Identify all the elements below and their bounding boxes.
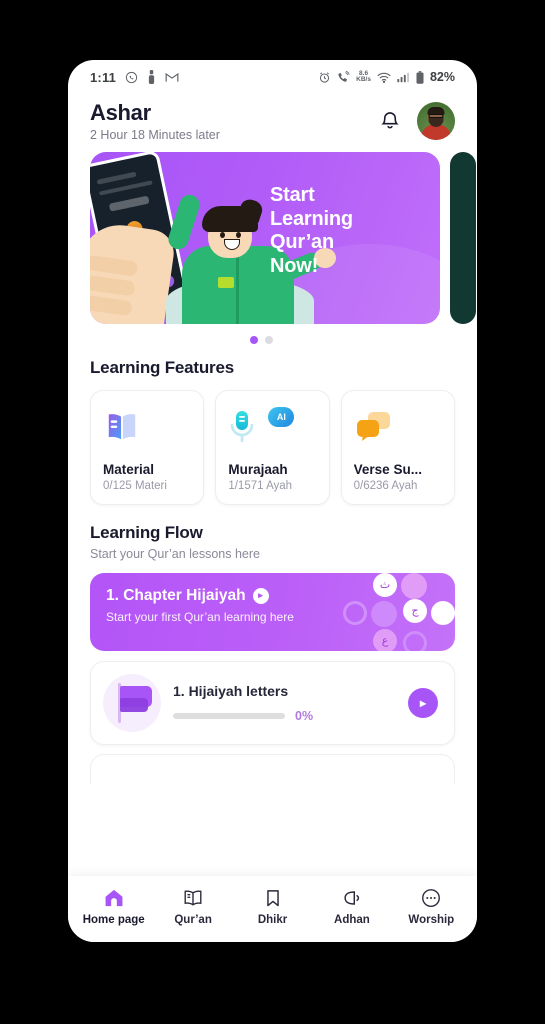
avatar[interactable] xyxy=(417,101,455,140)
call-icon xyxy=(337,70,350,84)
promo-banner-next-peek[interactable] xyxy=(450,151,476,324)
nav-item-worship[interactable]: Worship xyxy=(392,887,471,926)
banner-hand-illustration xyxy=(90,220,177,324)
time-remaining-label: 2 Hour 18 Minutes later xyxy=(90,127,220,142)
feature-name: Material xyxy=(103,461,155,477)
gmail-icon xyxy=(165,72,179,83)
nav-item-dhikr[interactable]: Dhikr xyxy=(233,887,312,926)
banner-title-line4: Now! xyxy=(270,254,319,277)
chat-bubbles-icon xyxy=(354,410,394,444)
signal-icon xyxy=(397,72,410,83)
arabic-letter: ج xyxy=(403,598,427,623)
status-time: 1:11 xyxy=(90,69,117,85)
microphone-icon xyxy=(228,409,256,445)
network-speed: 8.6 KB/s xyxy=(356,69,371,83)
ai-badge: AI xyxy=(268,406,295,427)
flag-icon xyxy=(103,673,161,732)
lesson-title: 1. Hijaiyah letters xyxy=(173,682,289,699)
nav-item-home[interactable]: Home page xyxy=(74,887,153,926)
carousel-dot-1[interactable] xyxy=(250,335,258,344)
carousel-dots[interactable] xyxy=(68,324,455,348)
user-name: Ashar xyxy=(90,100,151,125)
book-icon xyxy=(103,410,141,444)
promo-banner[interactable]: Start Learning Qur’an Now! xyxy=(90,151,440,324)
carousel-dot-2[interactable] xyxy=(265,335,273,344)
feature-meta: 0/125 Materi xyxy=(103,479,167,492)
arabic-letter: ث xyxy=(373,572,397,597)
greeting-block: Ashar 2 Hour 18 Minutes later xyxy=(90,100,220,142)
speaker-icon xyxy=(341,887,363,909)
chevron-right-icon[interactable]: ▸ xyxy=(252,587,269,604)
nav-label: Worship xyxy=(408,913,455,926)
feature-card-verse-summary[interactable]: Verse Su... 0/6236 Ayah xyxy=(340,389,455,505)
learning-features-row: Material 0/125 Materi AI Murajaah 1/1571… xyxy=(68,378,477,505)
banner-title-line3: Qur’an xyxy=(270,231,334,254)
lesson-go-button[interactable]: ▸ xyxy=(408,687,438,718)
banner-title-line2: Learning xyxy=(270,207,353,230)
banner-title: Start Learning Qur’an Now! xyxy=(270,184,353,278)
bell-icon xyxy=(379,110,401,132)
feature-card-material[interactable]: Material 0/125 Materi xyxy=(90,389,205,505)
alarm-icon xyxy=(318,71,331,84)
phone-screen: 1:11 8.6 KB/s 82% Ashar 2 Hour 18 Minute… xyxy=(68,60,477,942)
banner-title-line1: Start xyxy=(270,183,315,206)
arabic-letter-decoration: ث ج ع xyxy=(339,572,455,651)
battery-percent: 82% xyxy=(429,70,455,84)
arabic-letter: ع xyxy=(373,628,397,651)
feature-name: Murajaah xyxy=(228,461,288,477)
bottom-navigation: Home page Qur’an Dhikr Adhan Worship xyxy=(68,876,477,942)
quran-book-icon xyxy=(182,887,204,909)
whatsapp-icon xyxy=(125,71,138,84)
wifi-icon xyxy=(377,72,391,83)
bookmark-icon xyxy=(262,887,284,909)
lesson-progress: 0% xyxy=(173,709,396,723)
learning-features-title: Learning Features xyxy=(90,357,234,377)
battery-icon xyxy=(416,70,424,84)
lesson-card[interactable]: 1. Hijaiyah letters 0% ▸ xyxy=(90,660,455,745)
status-bar: 1:11 8.6 KB/s 82% xyxy=(68,60,477,94)
progress-percent-label: 0% xyxy=(295,708,314,723)
app-icon xyxy=(147,70,156,84)
nav-item-adhan[interactable]: Adhan xyxy=(312,887,391,926)
main-scroll-area[interactable]: Start Learning Qur’an Now! Learning Feat… xyxy=(68,151,477,876)
app-header: Ashar 2 Hour 18 Minutes later xyxy=(68,94,477,152)
nav-label: Adhan xyxy=(334,913,370,926)
home-icon xyxy=(103,887,125,909)
notification-bell-button[interactable] xyxy=(377,108,403,134)
banner-carousel[interactable]: Start Learning Qur’an Now! xyxy=(68,151,477,324)
chapter-title: 1. Chapter Hijaiyah xyxy=(106,586,246,604)
feature-meta: 0/6236 Ayah xyxy=(353,479,418,492)
feature-name: Verse Su... xyxy=(353,461,422,477)
chapter-card[interactable]: ث ج ع 1. Chapter Hijaiyah ▸ Start your f… xyxy=(90,572,455,651)
lesson-card-next-peek[interactable] xyxy=(90,753,455,784)
nav-label: Home page xyxy=(82,913,145,926)
feature-meta: 1/1571 Ayah xyxy=(228,479,293,492)
learning-flow-title: Learning Flow xyxy=(90,522,203,542)
nav-item-quran[interactable]: Qur’an xyxy=(153,887,232,926)
nav-label: Dhikr xyxy=(257,913,288,926)
nav-label: Qur’an xyxy=(174,913,212,926)
more-dots-icon xyxy=(420,887,442,909)
learning-flow-subtitle: Start your Qur’an lessons here xyxy=(90,546,260,561)
feature-card-murajaah[interactable]: AI Murajaah 1/1571 Ayah xyxy=(215,389,330,505)
progress-track xyxy=(173,712,285,719)
